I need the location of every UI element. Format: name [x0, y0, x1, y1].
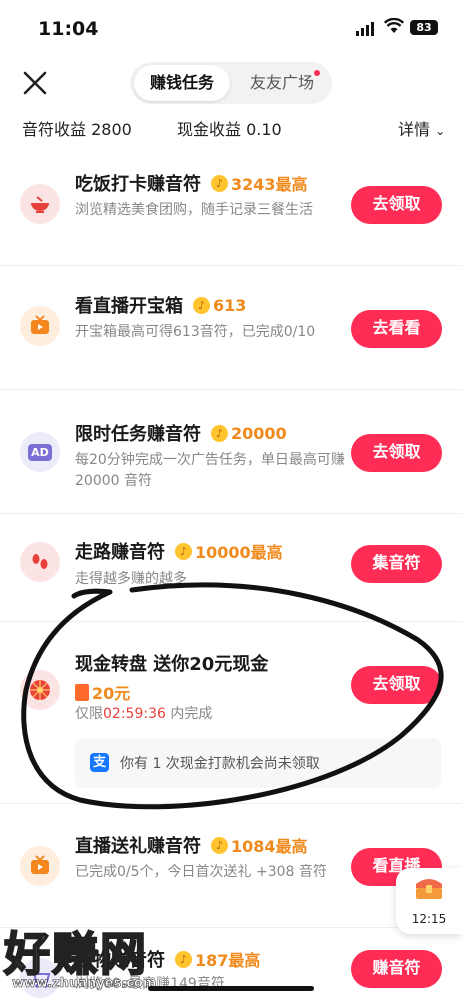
list-item: 吃饭打卡赚音符 ♪ 3243最高 浏览精选美食团购，随手记录三餐生活 去领取 — [0, 144, 462, 266]
task-reward: ♪ 20000 — [211, 424, 287, 443]
reward-value: 20元 — [92, 684, 131, 703]
music-note-icon: ♪ — [175, 542, 192, 560]
ad-icon: AD — [20, 432, 60, 472]
music-note-icon: ♪ — [211, 424, 228, 442]
reward-value: 20000 — [231, 423, 287, 443]
task-title: 看直播开宝箱 — [75, 296, 183, 317]
music-earnings: 音符收益 2800 — [22, 120, 132, 139]
tv-icon — [20, 306, 60, 346]
task-title: 现金转盘 送你20元现金 — [75, 654, 269, 675]
task-description: 每20分钟完成一次广告任务，单日最高可赚 20000 音符 — [75, 452, 345, 489]
task-title: 限时任务赚音符 — [75, 424, 201, 445]
battery-indicator: 83 — [410, 20, 438, 35]
treasure-chest-icon — [416, 879, 442, 899]
reward-value: 613 — [213, 295, 247, 315]
details-link[interactable]: 详情 ⌄ — [398, 116, 445, 140]
watermark-url: www.zhuanyes.com — [12, 976, 157, 992]
task-reward: ♪ 10000最高 — [175, 539, 283, 563]
reward-value: 1084最高 — [231, 837, 308, 856]
status-time: 11:04 — [38, 18, 99, 40]
music-note-icon: ♪ — [211, 174, 228, 192]
reward-value: 3243最高 — [231, 175, 308, 194]
claim-button[interactable]: 去领取 — [351, 666, 442, 704]
task-reward: ♪ 1084最高 — [211, 833, 308, 857]
claim-button[interactable]: 去领取 — [351, 186, 442, 224]
close-icon[interactable] — [22, 70, 48, 96]
cash-payout-notice[interactable]: 支 你有 1 次现金打款机会尚未领取 — [75, 738, 441, 788]
task-description: 浏览精选美食团购，随手记录三餐生活 — [75, 202, 313, 218]
chevron-down-icon: ⌄ — [435, 124, 446, 138]
claim-button[interactable]: 去领取 — [351, 434, 442, 472]
footprints-icon — [20, 542, 60, 582]
cash-earnings: 现金收益 0.10 — [177, 120, 282, 139]
task-reward: ♪ 613 — [193, 296, 246, 315]
notification-dot — [314, 70, 320, 76]
tab-switcher: 赚钱任务 友友广场 — [130, 62, 332, 104]
task-list: 吃饭打卡赚音符 ♪ 3243最高 浏览精选美食团购，随手记录三餐生活 去领取 看直… — [0, 144, 462, 1000]
chest-timer: 12:15 — [411, 912, 447, 926]
wheel-icon — [20, 670, 60, 710]
signal-icon — [356, 22, 374, 36]
music-note-icon: ♪ — [193, 296, 210, 314]
desc-suffix: 内完成 — [170, 706, 213, 722]
list-item: 看直播开宝箱 ♪ 613 开宝箱最高可得613音符，已完成0/10 去看看 — [0, 266, 462, 390]
watch-button[interactable]: 去看看 — [351, 310, 442, 348]
task-description: 走得越多赚的越多 — [75, 571, 187, 587]
task-description: 已完成0/5个，今日首次送礼 +308 音符 — [75, 864, 327, 880]
task-description: 仅限02:59:36 内完成 — [75, 704, 345, 725]
task-title: 走路赚音符 — [75, 542, 165, 563]
task-title: 直播送礼赚音符 — [75, 836, 201, 857]
collect-button[interactable]: 集音符 — [351, 545, 442, 583]
task-reward: ♪ 3243最高 — [211, 171, 308, 195]
bowl-icon — [20, 184, 60, 224]
red-envelope-icon — [75, 683, 89, 701]
list-item: 走路赚音符 ♪ 10000最高 走得越多赚的越多 集音符 — [0, 514, 462, 622]
reward-value: 10000最高 — [195, 543, 283, 562]
reward-value: 187最高 — [195, 951, 261, 970]
task-reward: 20元 — [75, 680, 130, 704]
tab-earn-tasks[interactable]: 赚钱任务 — [134, 65, 230, 101]
list-item: 直播送礼赚音符 ♪ 1084最高 已完成0/5个，今日首次送礼 +308 音符 看… — [0, 804, 462, 928]
home-indicator — [148, 986, 314, 991]
music-note-icon: ♪ — [211, 836, 228, 854]
countdown-timer: 02:59:36 — [103, 706, 166, 722]
tv-icon — [20, 846, 60, 886]
earnings-summary: 音符收益 2800 现金收益 0.10 详情 ⌄ — [0, 114, 462, 140]
watermark-text: 好赚网 — [3, 926, 148, 982]
details-label: 详情 — [398, 120, 431, 139]
wifi-icon — [384, 18, 404, 33]
task-description: 开宝箱最高可得613音符，已完成0/10 — [75, 324, 316, 340]
top-bar: 赚钱任务 友友广场 — [0, 60, 462, 106]
list-item: AD 限时任务赚音符 ♪ 20000 每20分钟完成一次广告任务，单日最高可赚 2… — [0, 390, 462, 514]
alipay-icon: 支 — [90, 753, 109, 772]
cash-notice-text: 你有 1 次现金打款机会尚未领取 — [120, 756, 320, 772]
earn-button[interactable]: 赚音符 — [351, 950, 442, 988]
list-item: 现金转盘 送你20元现金 20元 仅限02:59:36 内完成 去领取 支 你有… — [0, 622, 462, 804]
desc-prefix: 仅限 — [75, 706, 103, 722]
status-bar: 11:04 83 — [0, 0, 462, 58]
floating-treasure-chest[interactable]: 12:15 — [396, 868, 462, 934]
task-title: 吃饭打卡赚音符 — [75, 174, 201, 195]
